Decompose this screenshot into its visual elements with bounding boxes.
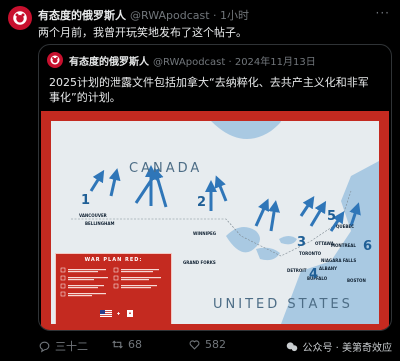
heart-icon [189, 340, 200, 350]
like-count: 582 [205, 338, 226, 351]
tweet-text: 两个月前，我曾开玩笑地发布了这个帖子。 [38, 26, 247, 39]
plan-number-3: 3 [297, 235, 307, 250]
label-canada: CANADA [129, 161, 203, 176]
bear-logo-icon [13, 11, 27, 25]
map: CANADA UNITED STATES VANCOUVER BELLINGHA… [51, 121, 379, 324]
retweet-count: 68 [128, 338, 142, 351]
watermark-text: 公众号 · 美第奇效应 [302, 343, 392, 354]
quoted-author-name: 有态度的俄罗斯人 [69, 57, 149, 68]
quoted-text: 2025计划的泄露文件包括加拿大“去纳粹化、去共产主义化和非军事化”的计划。 [49, 76, 369, 104]
city-montreal: MONTREAL [331, 243, 356, 248]
retweet-icon [112, 340, 123, 349]
quoted-author-avatar [47, 52, 63, 68]
plan-number-1: 1 [81, 193, 91, 208]
city-albany: ALBANY [319, 266, 338, 271]
reply-count: 三十二 [55, 340, 88, 353]
watermark: 公众号 · 美第奇效应 [285, 339, 392, 354]
war-plan-map-image[interactable]: CANADA UNITED STATES VANCOUVER BELLINGHA… [41, 111, 389, 330]
city-detroit: DETROIT [287, 268, 307, 273]
reply-icon [39, 341, 50, 353]
city-vancouver: VANCOUVER [79, 213, 107, 218]
like-button[interactable]: 582 [188, 338, 226, 351]
city-ottawa: OTTAWA [315, 241, 334, 246]
label-united-states: UNITED STATES [213, 297, 353, 312]
more-icon[interactable]: ··· [376, 6, 390, 20]
quoted-header: 有态度的俄罗斯人 @RWApodcast · 2024年11月13日 [69, 53, 316, 68]
retweet-button[interactable]: 68 [111, 338, 142, 351]
bear-logo-icon [50, 55, 60, 65]
plan-number-6: 6 [363, 239, 373, 254]
author-name[interactable]: 有态度的俄罗斯人 [38, 9, 126, 22]
city-boston: BOSTON [347, 278, 366, 283]
city-grand-forks: GRAND FORKS [183, 260, 216, 265]
city-toronto: TORONTO [299, 251, 322, 256]
city-winnipeg: WINNIPEG [193, 231, 217, 236]
quoted-handle-date: @RWApodcast · 2024年11月13日 [153, 57, 316, 68]
reply-button[interactable]: 三十二 [38, 338, 88, 354]
plan-number-4: 4 [309, 267, 319, 282]
plan-number-2: 2 [197, 195, 207, 210]
city-niagara-falls: NIAGARA FALLS [321, 258, 357, 263]
author-handle-time[interactable]: @RWApodcast · 1小时 [130, 9, 249, 22]
author-avatar[interactable] [8, 6, 32, 30]
tweet: 有态度的俄罗斯人 @RWApodcast · 1小时 ··· 两个月前，我曾开玩笑… [0, 0, 400, 361]
flags-icon [100, 310, 136, 317]
city-bellingham: BELLINGHAM [85, 221, 115, 226]
legend-items-graphic [60, 267, 161, 317]
quoted-tweet[interactable]: 有态度的俄罗斯人 @RWApodcast · 2024年11月13日 2025计划… [38, 44, 392, 331]
wechat-icon [287, 341, 298, 351]
city-quebec: QUEBEC [336, 224, 355, 229]
plan-number-5: 5 [327, 209, 337, 224]
map-legend: WAR PLAN RED: [55, 253, 172, 324]
tweet-header: 有态度的俄罗斯人 @RWApodcast · 1小时 [38, 7, 249, 23]
